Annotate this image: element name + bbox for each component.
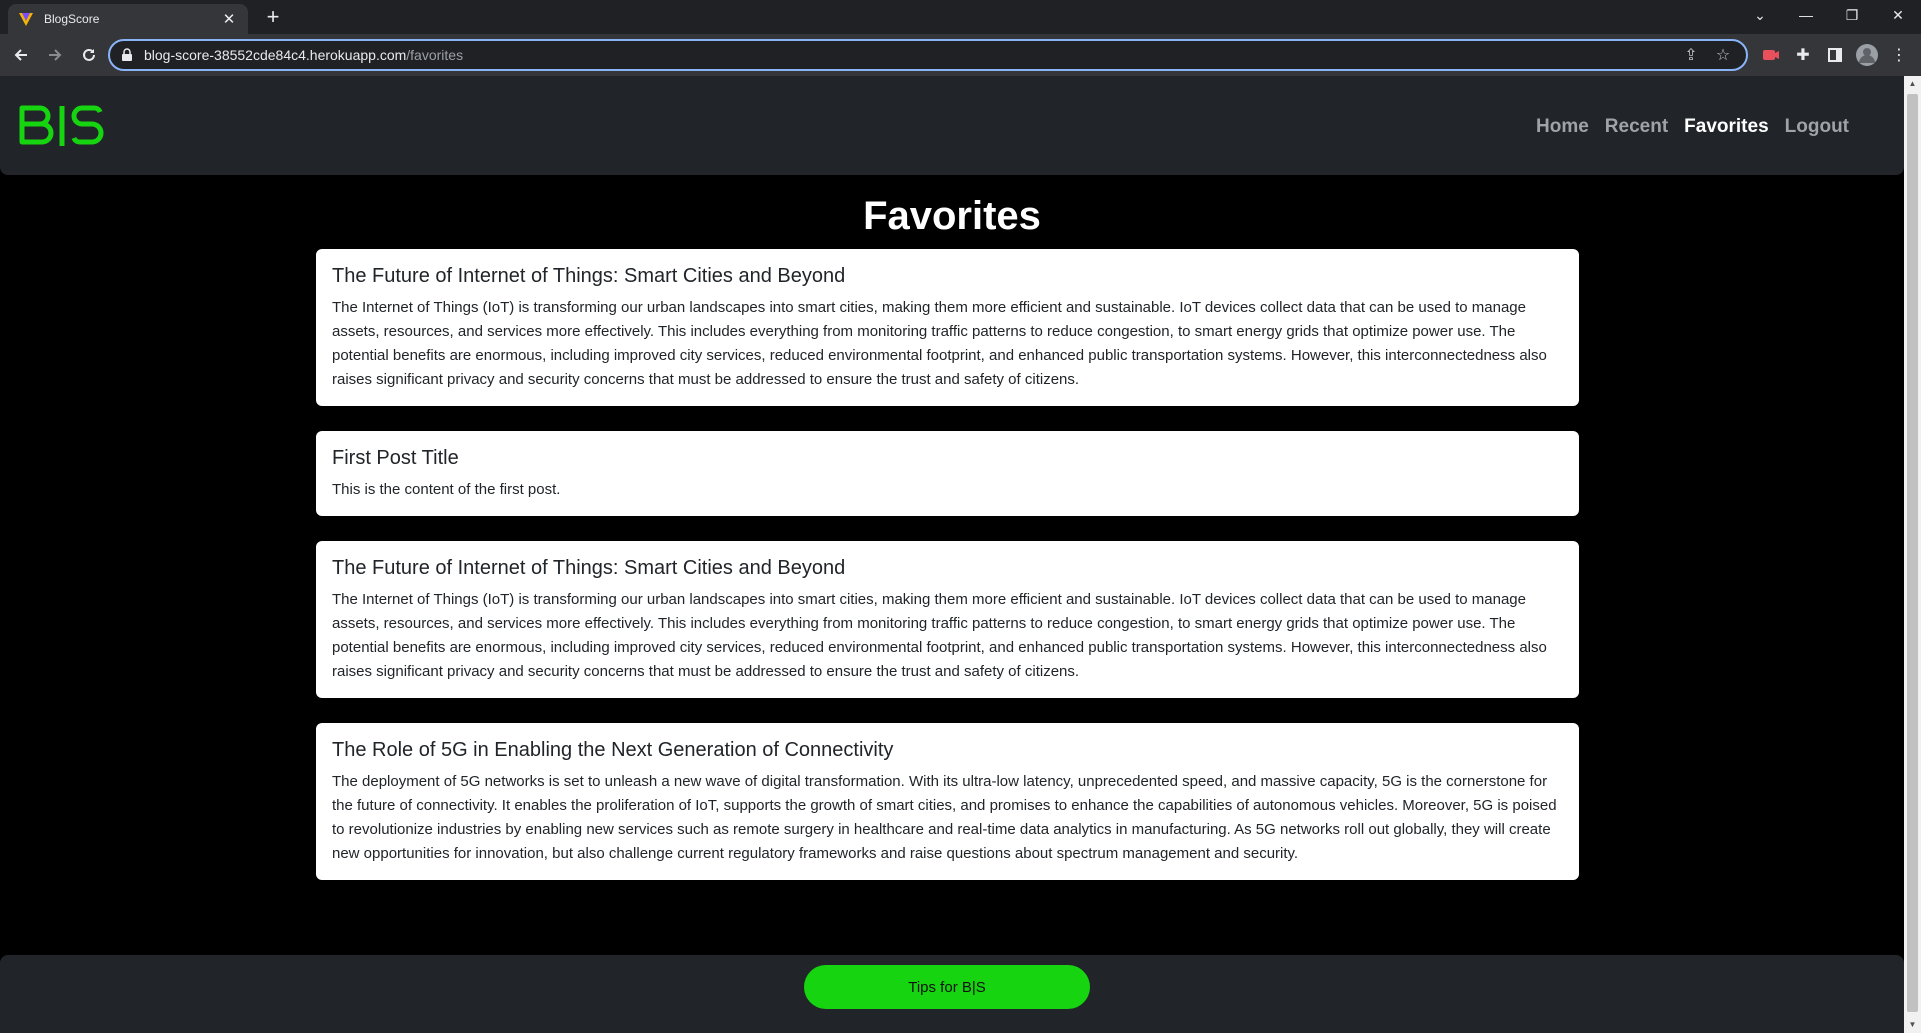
new-tab-button[interactable]: + (260, 4, 286, 30)
post-content: The deployment of 5G networks is set to … (332, 773, 1557, 862)
scroll-down-icon[interactable]: ▼ (1904, 1017, 1921, 1033)
site-navbar: Home Recent Favorites Logout (0, 76, 1904, 175)
browser-tab[interactable]: BlogScore ✕ (8, 4, 248, 34)
restore-icon[interactable]: ❐ (1829, 0, 1875, 30)
nav-favorites-link[interactable]: Favorites (1684, 116, 1768, 138)
scroll-up-icon[interactable]: ▲ (1904, 76, 1921, 92)
nav-logout-link[interactable]: Logout (1785, 116, 1849, 138)
post-card[interactable]: The Future of Internet of Things: Smart … (316, 541, 1579, 698)
nav-home-link[interactable]: Home (1536, 116, 1589, 138)
reload-icon[interactable] (74, 40, 104, 70)
tab-title: BlogScore (44, 12, 100, 26)
post-title: The Future of Internet of Things: Smart … (332, 265, 846, 287)
close-window-icon[interactable]: ✕ (1875, 0, 1921, 30)
side-panel-icon[interactable] (1819, 39, 1851, 71)
browser-toolbar: blog-score-38552cde84c4.herokuapp.com/fa… (0, 34, 1921, 76)
post-card[interactable]: First Post Title This is the content of … (316, 431, 1579, 516)
nav-links: Home Recent Favorites Logout (1520, 116, 1849, 138)
post-title: The Future of Internet of Things: Smart … (332, 557, 846, 579)
nav-recent-link[interactable]: Recent (1605, 116, 1668, 138)
record-extension-icon[interactable] (1755, 39, 1787, 71)
page-scrollbar[interactable]: ▲ ▼ (1904, 76, 1921, 1033)
site-logo[interactable] (18, 104, 106, 153)
blogscore-favicon-icon (19, 13, 33, 26)
menu-kebab-icon[interactable]: ⋮ (1883, 39, 1915, 71)
tab-search-icon[interactable]: ⌄ (1737, 0, 1783, 30)
post-content: The Internet of Things (IoT) is transfor… (332, 299, 1547, 388)
share-icon[interactable]: ⇪ (1678, 42, 1704, 68)
page-title: Favorites (863, 194, 1041, 238)
forward-icon[interactable] (40, 40, 70, 70)
lock-icon (122, 48, 132, 61)
close-tab-icon[interactable]: ✕ (220, 10, 238, 28)
tab-strip: BlogScore ✕ + ⌄ — ❐ ✕ (0, 0, 1921, 34)
post-content: The Internet of Things (IoT) is transfor… (332, 591, 1547, 680)
bs-logo-icon (19, 105, 104, 146)
post-title: First Post Title (332, 447, 459, 469)
post-card[interactable]: The Future of Internet of Things: Smart … (316, 249, 1579, 406)
post-title: The Role of 5G in Enabling the Next Gene… (332, 739, 894, 761)
post-content: This is the content of the first post. (332, 481, 561, 498)
window-controls: ⌄ — ❐ ✕ (1737, 0, 1921, 30)
address-bar[interactable]: blog-score-38552cde84c4.herokuapp.com/fa… (108, 39, 1748, 71)
back-icon[interactable] (6, 40, 36, 70)
site-footer: Tips for B|S (0, 955, 1904, 1033)
profile-avatar-icon[interactable] (1851, 39, 1883, 71)
bookmark-star-icon[interactable]: ☆ (1710, 42, 1736, 68)
page-viewport: Home Recent Favorites Logout Favorites T… (0, 76, 1904, 1033)
tips-button[interactable]: Tips for B|S (804, 965, 1090, 1009)
minimize-icon[interactable]: — (1783, 0, 1829, 30)
scrollbar-thumb[interactable] (1907, 94, 1918, 1012)
favorites-list: The Future of Internet of Things: Smart … (316, 249, 1579, 905)
url-text: blog-score-38552cde84c4.herokuapp.com/fa… (144, 47, 464, 63)
post-card[interactable]: The Role of 5G in Enabling the Next Gene… (316, 723, 1579, 880)
extensions-area: ✚ ⋮ (1755, 39, 1915, 71)
extensions-puzzle-icon[interactable]: ✚ (1787, 39, 1819, 71)
